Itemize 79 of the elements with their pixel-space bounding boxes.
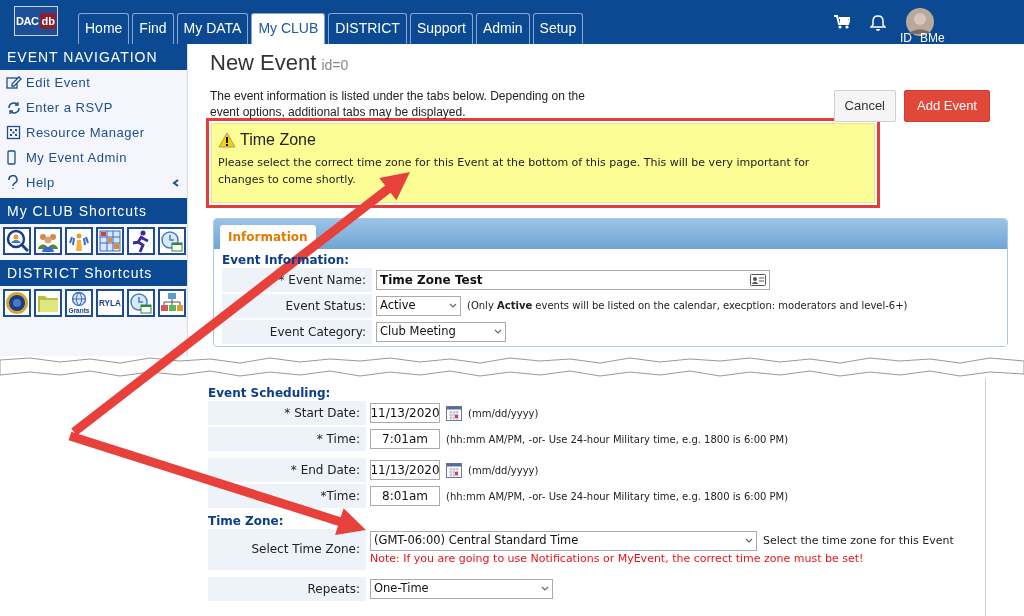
caret-icon: [494, 328, 502, 335]
nav-tab[interactable]: DISTRICT: [328, 13, 407, 44]
nav-tab[interactable]: Admin: [475, 13, 530, 44]
shortcut-button[interactable]: [3, 289, 31, 317]
add-button[interactable]: Add Event: [904, 90, 990, 122]
callout-text: Please select the correct time zone for this Event at the bottom of this page. This will be very important for changes to come shortly.: [218, 154, 811, 188]
sidebar-item[interactable]: Edit Event: [0, 70, 187, 95]
warning-icon: [218, 131, 236, 148]
hint-text: (Only Active events will be listed on the calendar, execption: moderators and level-6+): [467, 299, 908, 314]
grid-icon: [98, 229, 122, 253]
warning-text: Note: If you are going to use Notifications or MyEvent, the correct time zone must be set!: [370, 551, 865, 567]
sidebar-item[interactable]: Enter a RSVP: [0, 95, 187, 120]
date-field[interactable]: 11/13/2020: [370, 460, 440, 480]
shortcut-button[interactable]: [158, 289, 186, 317]
hint-text: (mm/dd/yyyy): [468, 463, 539, 478]
clock-icon: [160, 229, 184, 253]
select-field[interactable]: Active: [376, 295, 461, 316]
intro-text: The event information is listed under the tabs below. Depending on the event options, additional tabs may be displayed.: [210, 88, 586, 121]
page-title: New Event: [210, 50, 317, 75]
user-name: BMe: [920, 30, 945, 47]
nav-tab[interactable]: My CLUB: [251, 13, 326, 44]
select-field[interactable]: One-Time: [370, 578, 553, 599]
section-heading: Time Zone:: [208, 514, 284, 528]
shortcut-button[interactable]: [158, 227, 186, 255]
field-label: * End Date:: [208, 458, 366, 482]
caret-icon: [745, 538, 753, 544]
nav-tab[interactable]: My DATA: [176, 13, 249, 44]
caret-icon: [541, 585, 549, 592]
callout-title: Time Zone: [240, 129, 316, 150]
nav-tab[interactable]: Setup: [532, 13, 584, 44]
nav-tab[interactable]: Home: [78, 13, 130, 44]
sidebar-item[interactable]: My Event Admin: [0, 145, 187, 170]
nav-tab[interactable]: Support: [409, 13, 473, 44]
magnifier-icon: [5, 229, 29, 253]
shortcut-button[interactable]: [127, 227, 155, 255]
user-id-label: ID: [900, 30, 912, 47]
shortcut-button[interactable]: [65, 227, 93, 255]
sidebar-heading: DISTRICT Shortcuts: [0, 260, 187, 286]
hint-text: (hh:mm AM/PM, -or- Use 24-hour Military time, e.g. 1800 is 6:00 PM): [446, 432, 789, 447]
calendar-icon[interactable]: [446, 405, 462, 421]
field-label: Repeats:: [208, 576, 366, 601]
grid-icon: [6, 124, 22, 141]
section-heading: Event Scheduling:: [208, 386, 331, 400]
logo: DAC db: [14, 6, 58, 36]
field-label: * Time:: [208, 427, 366, 451]
hint-text: (hh:mm AM/PM, -or- Use 24-hour Military time, e.g. 1800 is 6:00 PM): [446, 489, 789, 504]
nav-tab[interactable]: Find: [132, 13, 174, 44]
clock-icon: [129, 291, 153, 315]
edit-icon: [6, 74, 22, 91]
text-field[interactable]: Time Zone Test: [376, 269, 770, 290]
refresh-icon: [6, 99, 22, 116]
select-field[interactable]: Club Meeting: [376, 321, 506, 342]
sidebar-heading: My CLUB Shortcuts: [0, 198, 187, 224]
field-label: Select Time Zone:: [208, 529, 366, 570]
time-field[interactable]: 7:01am: [370, 429, 440, 449]
caret-icon: [449, 302, 457, 309]
shortcut-button[interactable]: [96, 227, 124, 255]
sidebar-item[interactable]: Resource Manager: [0, 120, 187, 145]
shortcut-button[interactable]: [34, 227, 62, 255]
hint-text: Select the time zone for this Event: [763, 532, 954, 549]
shortcut-button[interactable]: [3, 227, 31, 255]
hint-text: (mm/dd/yyyy): [468, 406, 539, 421]
field-label: Event Category:: [222, 319, 372, 344]
time-field[interactable]: 8:01am: [370, 486, 440, 506]
cart-icon[interactable]: [834, 14, 850, 30]
chevron-icon[interactable]: [171, 177, 181, 188]
shortcut-button[interactable]: [34, 289, 62, 317]
id-label: id=0: [321, 57, 349, 73]
sidebar-item[interactable]: Help: [0, 170, 187, 195]
sidebar-heading: EVENT NAVIGATION: [0, 44, 187, 70]
contact-card-icon: [750, 273, 766, 286]
field-label: * Start Date:: [208, 401, 366, 425]
shortcut-button[interactable]: [127, 289, 155, 317]
cancel-button[interactable]: Cancel: [833, 90, 896, 122]
select-field[interactable]: (GMT-06:00) Central Standard Time: [370, 531, 757, 551]
seal-icon: [5, 291, 29, 315]
calendar-icon[interactable]: [446, 462, 462, 478]
date-field[interactable]: 11/13/2020: [370, 403, 440, 423]
bell-icon[interactable]: [870, 13, 886, 31]
